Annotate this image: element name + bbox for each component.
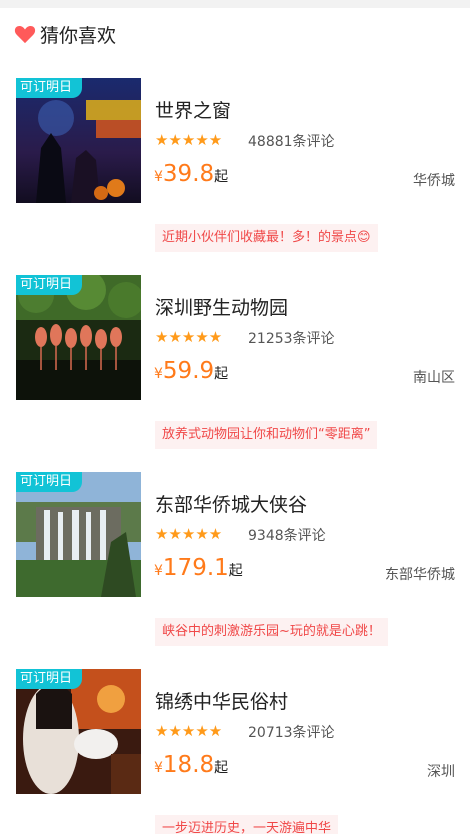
- attraction-image[interactable]: 可订明日: [16, 472, 141, 597]
- book-tomorrow-badge: 可订明日: [16, 669, 83, 689]
- attraction-name[interactable]: 深圳野生动物园: [155, 293, 288, 320]
- price: ¥179.1起: [154, 555, 243, 581]
- review-count: 9348条评论: [248, 528, 326, 544]
- attraction-card[interactable]: 可订明日 锦绣中华民俗村 ★★★★★ 20713条评论 ¥18.8起 深圳 一步…: [0, 669, 470, 834]
- currency-symbol: ¥: [154, 563, 163, 579]
- rating-stars: ★★★★★: [155, 722, 223, 740]
- book-tomorrow-badge: 可订明日: [16, 78, 83, 98]
- location-label: 南山区: [413, 370, 455, 386]
- currency-symbol: ¥: [154, 169, 163, 185]
- price-value: 179.1: [162, 555, 229, 581]
- attraction-card[interactable]: 可订明日 深圳野生动物园 ★★★★★ 21253条评论 ¥59.9起 南山区 放…: [0, 275, 470, 472]
- book-tomorrow-badge: 可订明日: [16, 275, 83, 295]
- price-suffix: 起: [214, 366, 229, 382]
- price: ¥59.9起: [154, 358, 228, 384]
- currency-symbol: ¥: [154, 366, 163, 382]
- section-header: 猜你喜欢: [0, 8, 470, 60]
- attraction-name[interactable]: 世界之窗: [155, 96, 231, 123]
- attraction-image[interactable]: 可订明日: [16, 78, 141, 203]
- price: ¥18.8起: [154, 752, 228, 778]
- attraction-image[interactable]: 可订明日: [16, 275, 141, 400]
- currency-symbol: ¥: [154, 760, 163, 776]
- book-tomorrow-badge: 可订明日: [16, 472, 83, 492]
- recommendation-tag: 一步迈进历史，一天游遍中华: [155, 815, 339, 834]
- price-suffix: 起: [214, 169, 229, 185]
- review-count: 20713条评论: [248, 725, 335, 741]
- attraction-image[interactable]: 可订明日: [16, 669, 141, 794]
- price: ¥39.8起: [154, 161, 228, 187]
- attraction-name[interactable]: 锦绣中华民俗村: [155, 687, 288, 714]
- price-suffix: 起: [214, 760, 229, 776]
- rating-stars: ★★★★★: [155, 328, 223, 346]
- heart-icon: [14, 25, 36, 44]
- price-value: 39.8: [162, 161, 215, 187]
- price-value: 59.9: [162, 358, 215, 384]
- rating-stars: ★★★★★: [155, 131, 223, 149]
- top-divider: [0, 0, 470, 8]
- attraction-name[interactable]: 东部华侨城大侠谷: [155, 490, 307, 517]
- section-title: 猜你喜欢: [40, 24, 117, 47]
- attraction-card[interactable]: 可订明日 世界之窗 ★★★★★ 48881条评论 ¥39.8起 华侨城 近期小伙…: [0, 78, 470, 275]
- recommendation-tag: 峡谷中的刺激游乐园~玩的就是心跳！: [155, 618, 388, 646]
- review-count: 48881条评论: [248, 134, 335, 150]
- attraction-card[interactable]: 可订明日 东部华侨城大侠谷 ★★★★★ 9348条评论 ¥179.1起 东部华侨…: [0, 472, 470, 669]
- location-label: 华侨城: [413, 173, 455, 189]
- rating-stars: ★★★★★: [155, 525, 223, 543]
- review-count: 21253条评论: [248, 331, 335, 347]
- price-suffix: 起: [228, 563, 243, 579]
- recommendation-tag: 放养式动物园让你和动物们“零距离”: [155, 421, 378, 449]
- location-label: 深圳: [427, 764, 455, 780]
- location-label: 东部华侨城: [385, 567, 455, 583]
- price-value: 18.8: [162, 752, 215, 778]
- recommendation-tag: 近期小伙伴们收藏最！多！的景点😊: [155, 224, 378, 252]
